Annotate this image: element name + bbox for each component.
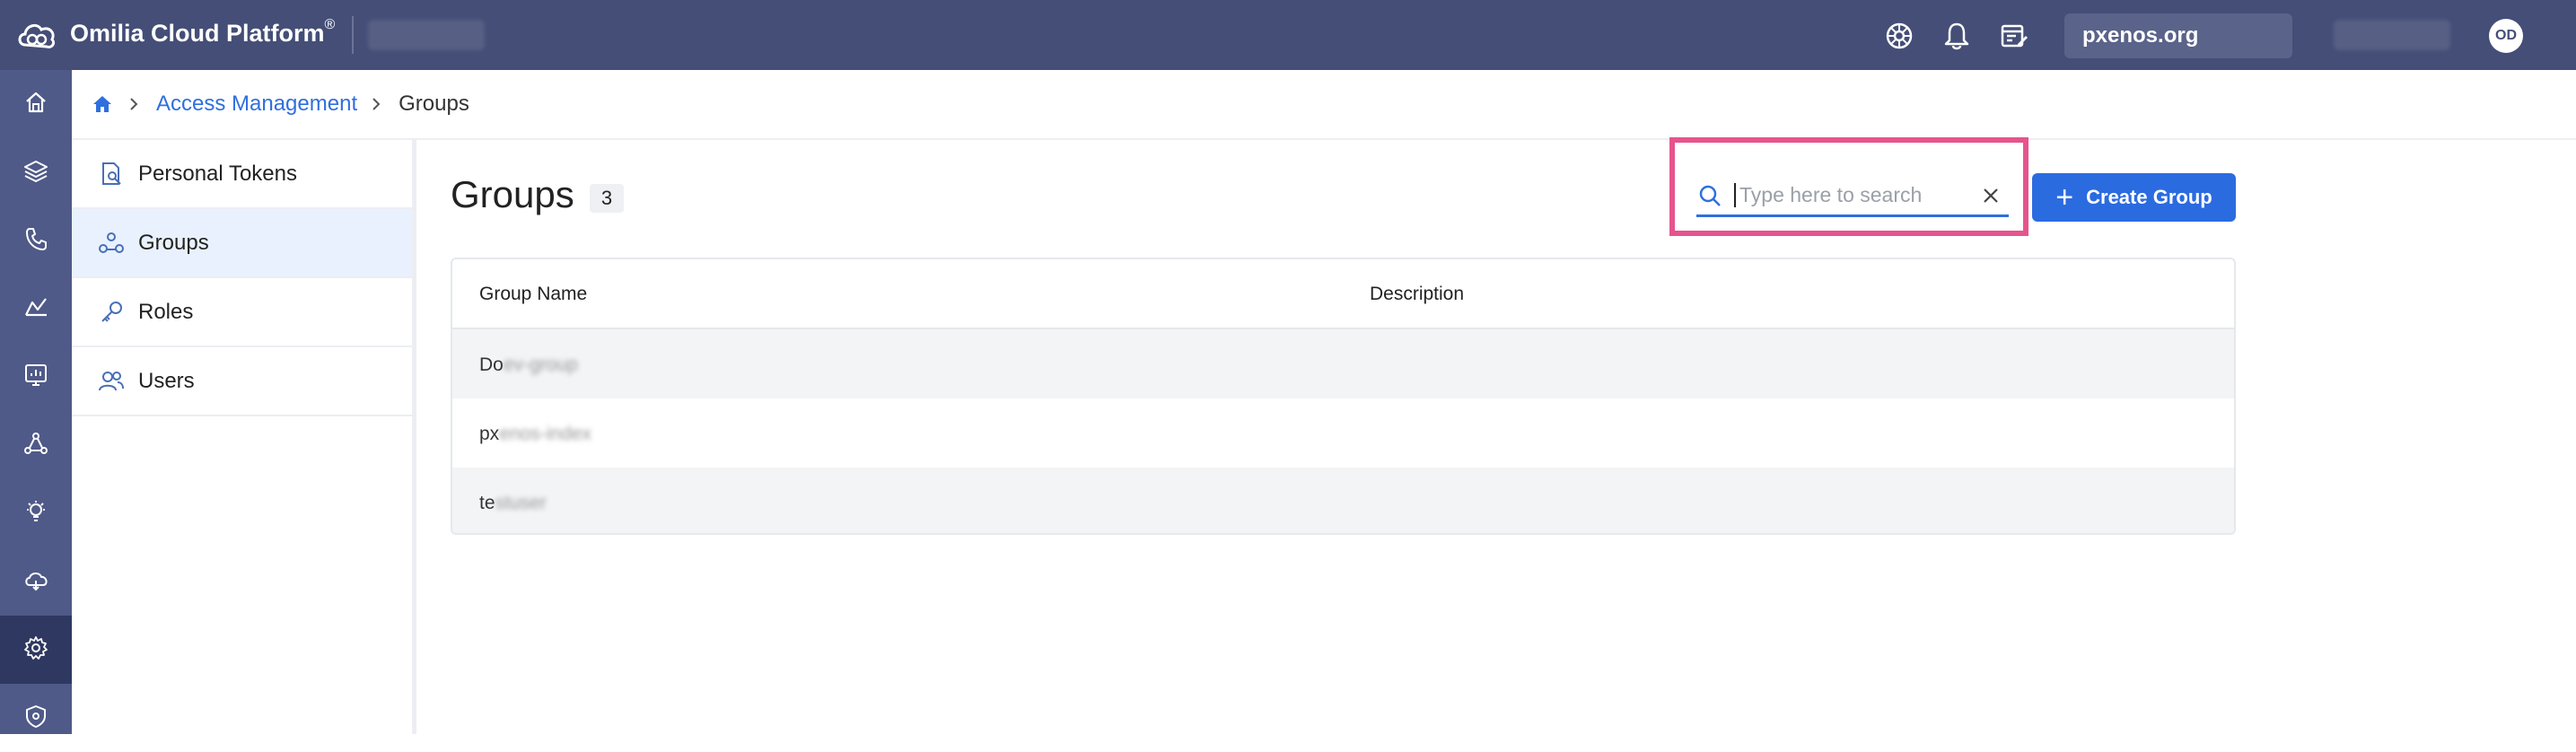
app-title[interactable]: Omilia Cloud Platform® <box>70 17 336 48</box>
rail-monitor[interactable] <box>0 343 72 411</box>
subnav-item-users[interactable]: Users <box>72 347 412 416</box>
monitor-icon <box>23 363 48 392</box>
chevron-right-icon <box>370 96 386 112</box>
group-count-badge: 3 <box>590 184 624 213</box>
groups-table: Group Name Description Doev-group pxenos… <box>451 258 2236 535</box>
subnav-item-label: Groups <box>138 230 209 255</box>
subnav-item-label: Users <box>138 368 195 393</box>
release-notes-icon[interactable] <box>1998 20 2030 52</box>
rail-phone[interactable] <box>0 206 72 275</box>
subnav-item-groups[interactable]: Groups <box>72 209 412 278</box>
settings-icon <box>23 635 48 665</box>
left-rail <box>0 70 72 734</box>
table-header: Group Name Description <box>452 259 2234 329</box>
home-breadcrumb-icon[interactable] <box>92 92 115 116</box>
help-wheel-icon[interactable] <box>1883 20 1915 52</box>
groups-icon <box>97 229 126 258</box>
bell-icon[interactable] <box>1941 20 1973 52</box>
rail-ideas[interactable] <box>0 479 72 547</box>
rail-settings[interactable] <box>0 616 72 684</box>
search-input[interactable] <box>1734 183 1967 207</box>
subnav-item-label: Personal Tokens <box>138 161 297 186</box>
group-name-visible: te <box>479 493 495 513</box>
home-icon <box>24 91 48 118</box>
column-header-group-name[interactable]: Group Name <box>479 284 587 305</box>
phone-icon <box>24 226 48 256</box>
shield-icon <box>24 704 48 733</box>
brand-divider <box>352 16 354 54</box>
group-name-cell: testuser <box>479 493 547 514</box>
redacted-user-name <box>2334 20 2450 50</box>
breadcrumb-access-management[interactable]: Access Management <box>156 92 357 117</box>
bulb-icon <box>23 499 48 529</box>
access-management-nav: Personal Tokens Groups Roles Users <box>72 140 416 734</box>
breadcrumb-current: Groups <box>399 92 469 116</box>
rail-security[interactable] <box>0 684 72 752</box>
layers-icon <box>23 159 48 187</box>
table-row[interactable]: pxenos-index <box>452 398 2234 468</box>
create-group-label: Create Group <box>2086 186 2212 208</box>
top-bar: Omilia Cloud Platform® pxenos.org OD <box>0 0 2576 70</box>
subnav-item-roles[interactable]: Roles <box>72 278 412 347</box>
app-title-text: Omilia Cloud Platform <box>70 20 325 47</box>
group-name-cell: Doev-group <box>479 354 578 376</box>
key-icon <box>97 298 126 327</box>
token-icon <box>97 160 126 188</box>
avatar[interactable]: OD <box>2489 19 2523 53</box>
search-field[interactable] <box>1696 176 2009 217</box>
group-name-cell: pxenos-index <box>479 424 591 445</box>
group-name-redacted: ev-group <box>503 354 578 375</box>
cloud-icon <box>22 568 49 596</box>
rail-cloud[interactable] <box>0 547 72 616</box>
group-name-visible: px <box>479 424 500 444</box>
group-name-visible: Do <box>479 354 504 375</box>
rail-analytics[interactable] <box>0 275 72 343</box>
omilia-logo-icon <box>16 18 57 52</box>
org-selector[interactable]: pxenos.org <box>2064 13 2292 58</box>
subnav-item-personal-tokens[interactable]: Personal Tokens <box>72 140 412 209</box>
chevron-right-icon <box>127 96 144 112</box>
group-name-redacted: enos-index <box>499 424 591 444</box>
page-title: Groups <box>451 173 574 215</box>
rail-layers[interactable] <box>0 138 72 206</box>
subnav-item-label: Roles <box>138 299 194 324</box>
group-name-redacted: stuser <box>495 493 547 513</box>
breadcrumb: Access Management Groups <box>72 70 2576 140</box>
clear-search-icon[interactable] <box>1978 183 2003 208</box>
rail-network[interactable] <box>0 411 72 479</box>
redacted-workspace <box>368 20 485 50</box>
users-icon <box>97 367 126 396</box>
trademark-mark: ® <box>324 17 336 32</box>
network-icon <box>23 431 48 460</box>
plus-icon: + <box>2055 180 2074 214</box>
create-group-button[interactable]: + Create Group <box>2032 173 2236 222</box>
column-header-description[interactable]: Description <box>1370 284 1464 305</box>
search-icon <box>1696 182 1723 209</box>
table-row[interactable]: Doev-group <box>452 329 2234 398</box>
table-row[interactable]: testuser <box>452 468 2234 533</box>
analytics-icon <box>23 295 48 323</box>
rail-home[interactable] <box>0 70 72 138</box>
